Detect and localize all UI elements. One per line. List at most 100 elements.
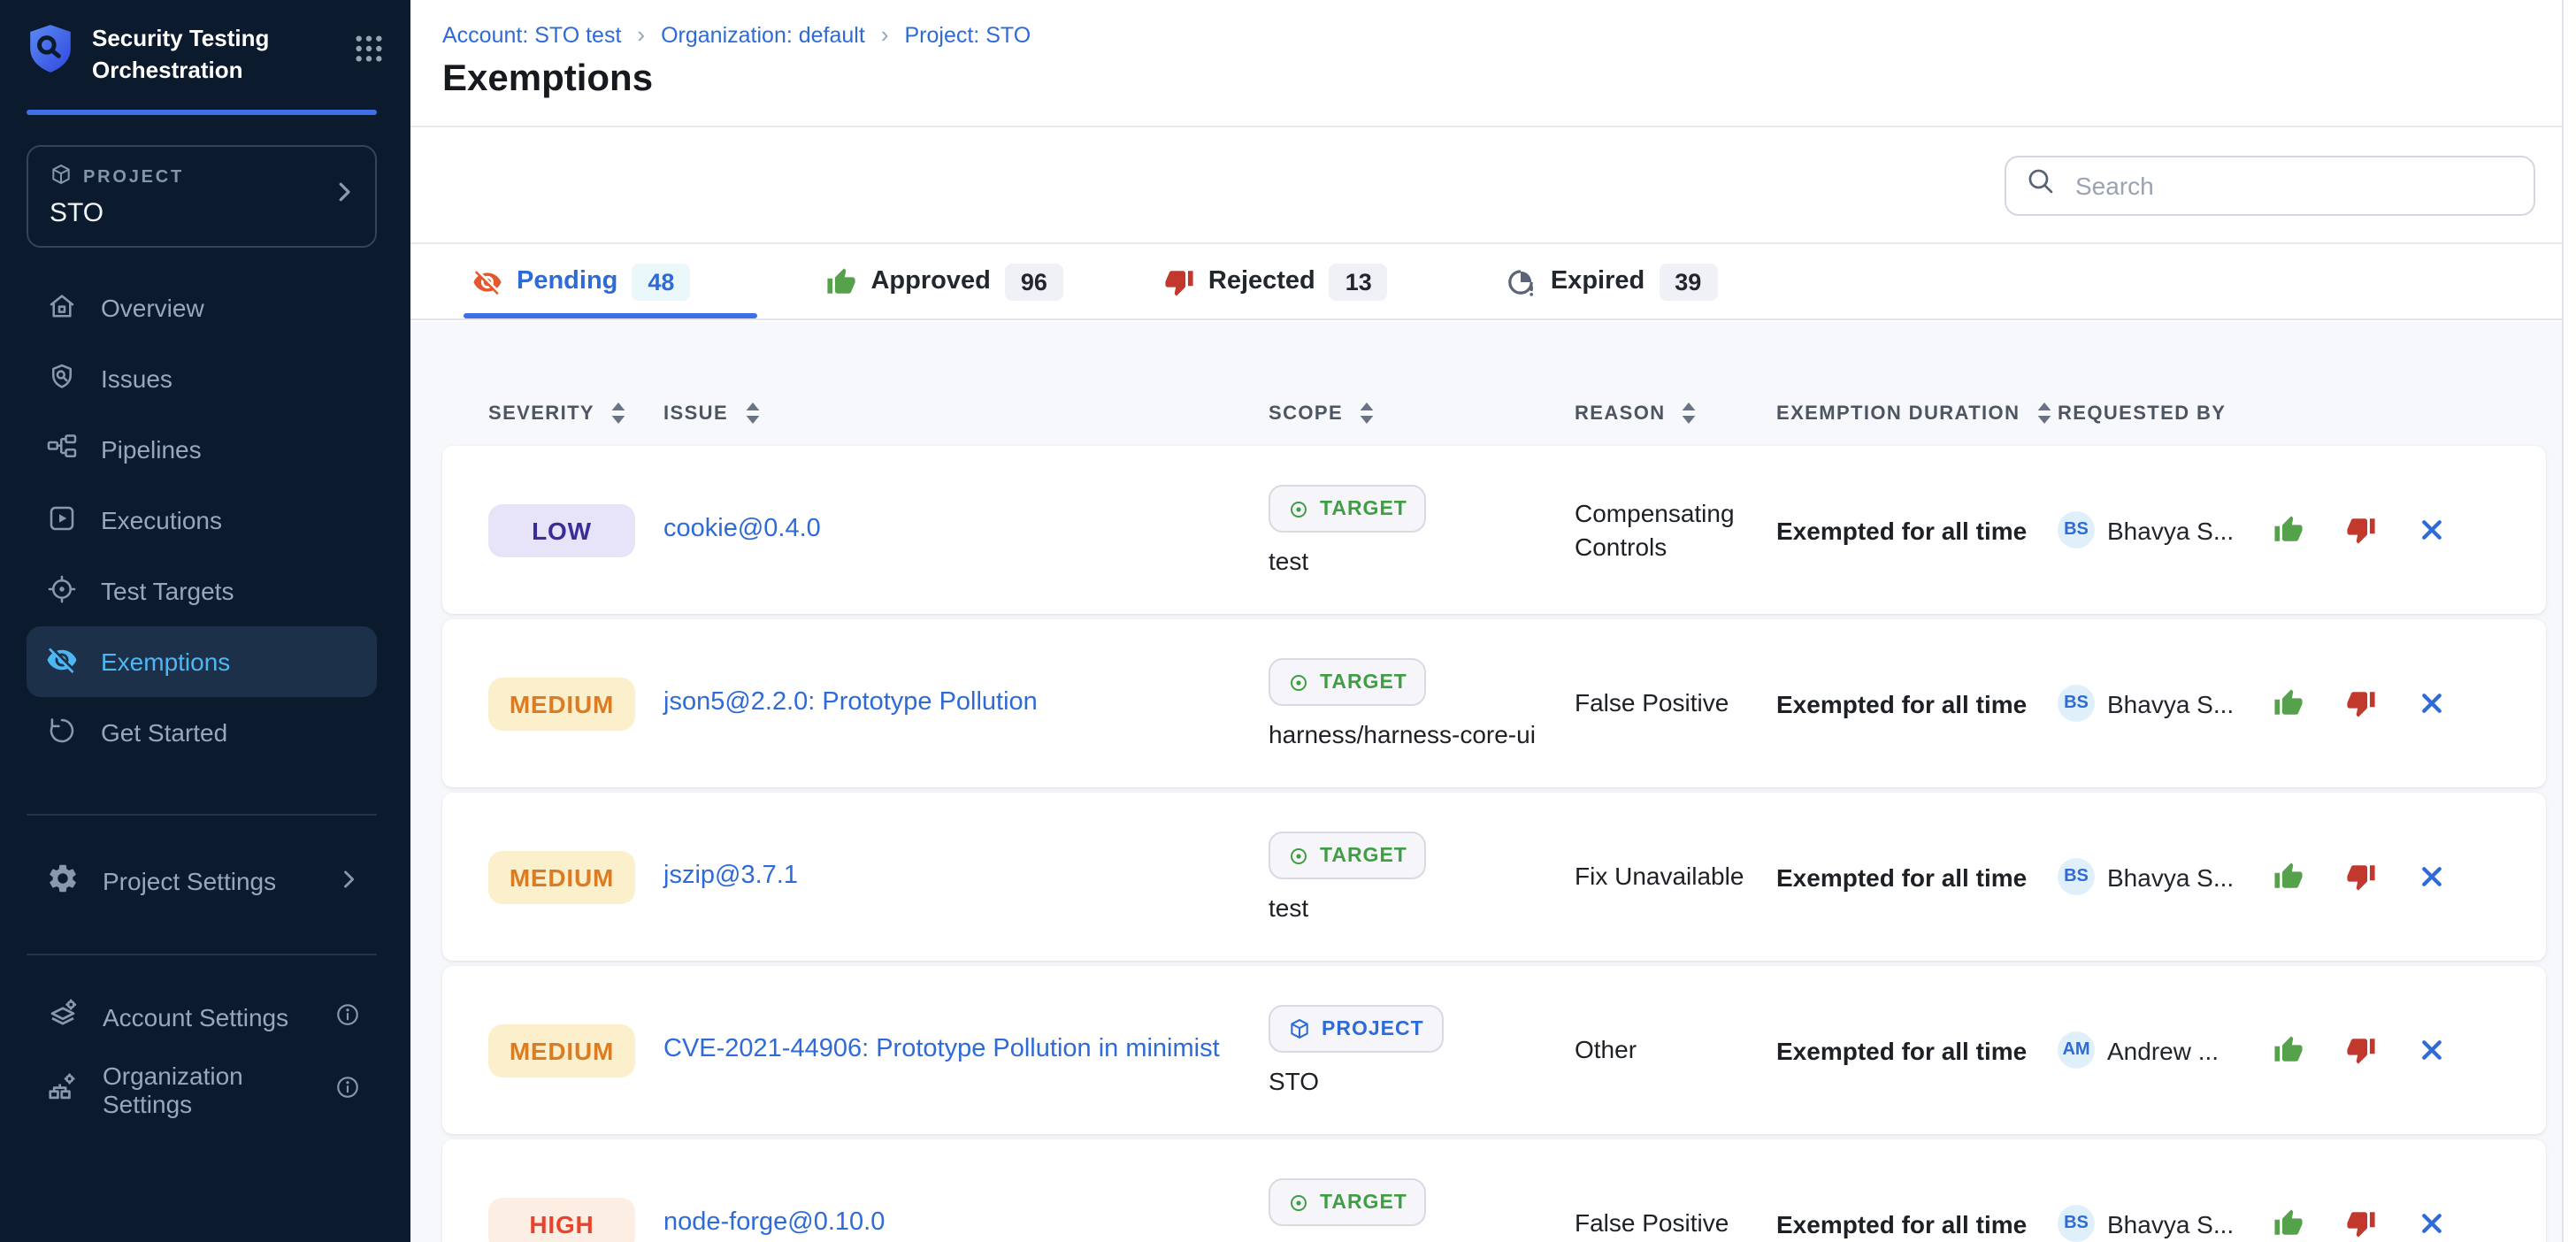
main-content: Account: STO test › Organization: defaul… [410, 0, 2576, 1242]
issue-link[interactable]: jszip@3.7.1 [663, 858, 844, 895]
column-header-requested-by: REQUESTED BY [2058, 403, 2273, 425]
column-header-scope: SCOPE [1269, 402, 1575, 425]
search-icon [2026, 166, 2056, 205]
scope-chip: TARGET [1269, 658, 1427, 706]
info-icon[interactable] [334, 1001, 361, 1033]
sidebar-item-test-targets[interactable]: Test Targets [27, 556, 377, 626]
approve-button[interactable] [2273, 1035, 2304, 1065]
tab-expired[interactable]: Expired 39 [1506, 244, 1717, 318]
sidebar: Security Testing Orchestration PROJECT S… [0, 0, 410, 1242]
target-icon [1288, 671, 1309, 693]
table-row: MEDIUM jszip@3.7.1 TARGET test Fix Unava… [442, 793, 2546, 961]
tab-count-badge: 48 [632, 263, 690, 300]
sidebar-item-project-settings[interactable]: Project Settings [27, 846, 377, 916]
brand-accent-divider [27, 110, 377, 115]
breadcrumb-project-link[interactable]: Project: STO [905, 23, 1031, 48]
sort-icon[interactable] [1359, 402, 1375, 425]
cancel-exemption-button[interactable] [2419, 863, 2445, 890]
scope-chip: PROJECT [1269, 1005, 1444, 1053]
tab-rejected[interactable]: Rejected 13 [1164, 244, 1388, 318]
eye-off-icon [472, 266, 502, 296]
requester-avatar: AM [2058, 1031, 2095, 1069]
tab-approved[interactable]: Approved 96 [826, 244, 1062, 318]
sidebar-item-label: Exemptions [101, 648, 230, 676]
issue-link[interactable]: json5@2.2.0: Prototype Pollution [663, 685, 1084, 722]
sidebar-item-executions[interactable]: Executions [27, 485, 377, 556]
reject-button[interactable] [2346, 688, 2376, 718]
severity-badge: MEDIUM [488, 1024, 635, 1077]
approve-button[interactable] [2273, 1208, 2304, 1238]
cancel-exemption-button[interactable] [2419, 690, 2445, 717]
thumb-down-icon [1164, 266, 1194, 296]
sort-icon[interactable] [2036, 402, 2051, 425]
sidebar-item-pipelines[interactable]: Pipelines [27, 414, 377, 485]
scope-type-label: TARGET [1320, 845, 1407, 866]
app-logo-shield-icon [27, 23, 74, 83]
target-icon [1288, 845, 1309, 866]
reject-button[interactable] [2346, 862, 2376, 892]
project-selector[interactable]: PROJECT STO [27, 145, 377, 248]
status-tabs: Pending 48 Approved 96 Rejected 13 [410, 244, 2576, 320]
tab-pending[interactable]: Pending 48 [472, 244, 690, 318]
sidebar-item-get-started[interactable]: Get Started [27, 697, 377, 768]
cancel-exemption-button[interactable] [2419, 517, 2445, 543]
sidebar-divider [27, 814, 377, 816]
sidebar-divider [27, 954, 377, 955]
project-selector-value: STO [50, 198, 354, 228]
sidebar-item-exemptions[interactable]: Exemptions [27, 626, 377, 697]
chevron-right-icon [331, 179, 357, 214]
target-icon [1288, 498, 1309, 519]
app-title: Security Testing Orchestration [92, 23, 304, 85]
requester-avatar: BS [2058, 858, 2095, 895]
sidebar-item-issues[interactable]: Issues [27, 343, 377, 414]
issue-link[interactable]: cookie@0.4.0 [663, 511, 867, 548]
app-brand: Security Testing Orchestration [0, 0, 410, 110]
sidebar-item-account-settings[interactable]: Account Settings [27, 982, 377, 1053]
column-header-reason: REASON [1575, 402, 1776, 425]
breadcrumb-organization-link[interactable]: Organization: default [661, 23, 865, 48]
exemption-duration: Exempted for all time [1776, 862, 2058, 891]
shield-search-icon [46, 360, 78, 397]
vertical-scrollbar[interactable] [2562, 0, 2576, 1242]
thumb-up-icon [826, 266, 856, 296]
severity-badge: MEDIUM [488, 850, 635, 903]
chevron-separator-icon: › [881, 21, 889, 48]
reject-button[interactable] [2346, 1035, 2376, 1065]
tab-count-badge: 13 [1330, 263, 1388, 300]
sort-icon[interactable] [744, 402, 760, 425]
target-icon [46, 572, 78, 610]
info-icon[interactable] [334, 1074, 361, 1106]
search-input[interactable] [2072, 170, 2514, 202]
app-grid-menu-icon[interactable] [354, 34, 384, 73]
reason: Fix Unavailable [1575, 860, 1776, 893]
project-cube-icon [1288, 1017, 1311, 1040]
sidebar-item-label: Get Started [101, 718, 227, 747]
requester-name: Bhavya S... [2107, 516, 2234, 544]
table-row: MEDIUM json5@2.2.0: Prototype Pollution … [442, 619, 2546, 787]
cancel-exemption-button[interactable] [2419, 1037, 2445, 1063]
approve-button[interactable] [2273, 862, 2304, 892]
reason: False Positive [1575, 686, 1776, 720]
sidebar-item-organization-settings[interactable]: Organization Settings [27, 1054, 377, 1125]
sidebar-item-label: Organization Settings [103, 1062, 311, 1118]
tab-label: Approved [870, 267, 990, 295]
reject-button[interactable] [2346, 1208, 2376, 1238]
sort-icon[interactable] [1682, 402, 1698, 425]
page-title: Exemptions [442, 58, 2576, 101]
approve-button[interactable] [2273, 688, 2304, 718]
column-header-severity: SEVERITY [488, 402, 663, 425]
breadcrumb-account-link[interactable]: Account: STO test [442, 23, 621, 48]
issue-link[interactable]: CVE-2021-44906: Prototype Pollution in m… [663, 1031, 1266, 1069]
page-header: Account: STO test › Organization: defaul… [410, 0, 2576, 127]
table-body: LOW cookie@0.4.0 TARGET test Compensatin… [442, 446, 2546, 1242]
cancel-exemption-button[interactable] [2419, 1210, 2445, 1237]
home-icon [46, 289, 78, 326]
approve-button[interactable] [2273, 515, 2304, 545]
exemption-duration: Exempted for all time [1776, 1209, 2058, 1238]
requester-name: Andrew ... [2107, 1036, 2219, 1064]
sort-icon[interactable] [610, 402, 626, 425]
issue-link[interactable]: node-forge@0.10.0 [663, 1205, 931, 1242]
reject-button[interactable] [2346, 515, 2376, 545]
sidebar-item-overview[interactable]: Overview [27, 272, 377, 343]
severity-badge: MEDIUM [488, 677, 635, 730]
